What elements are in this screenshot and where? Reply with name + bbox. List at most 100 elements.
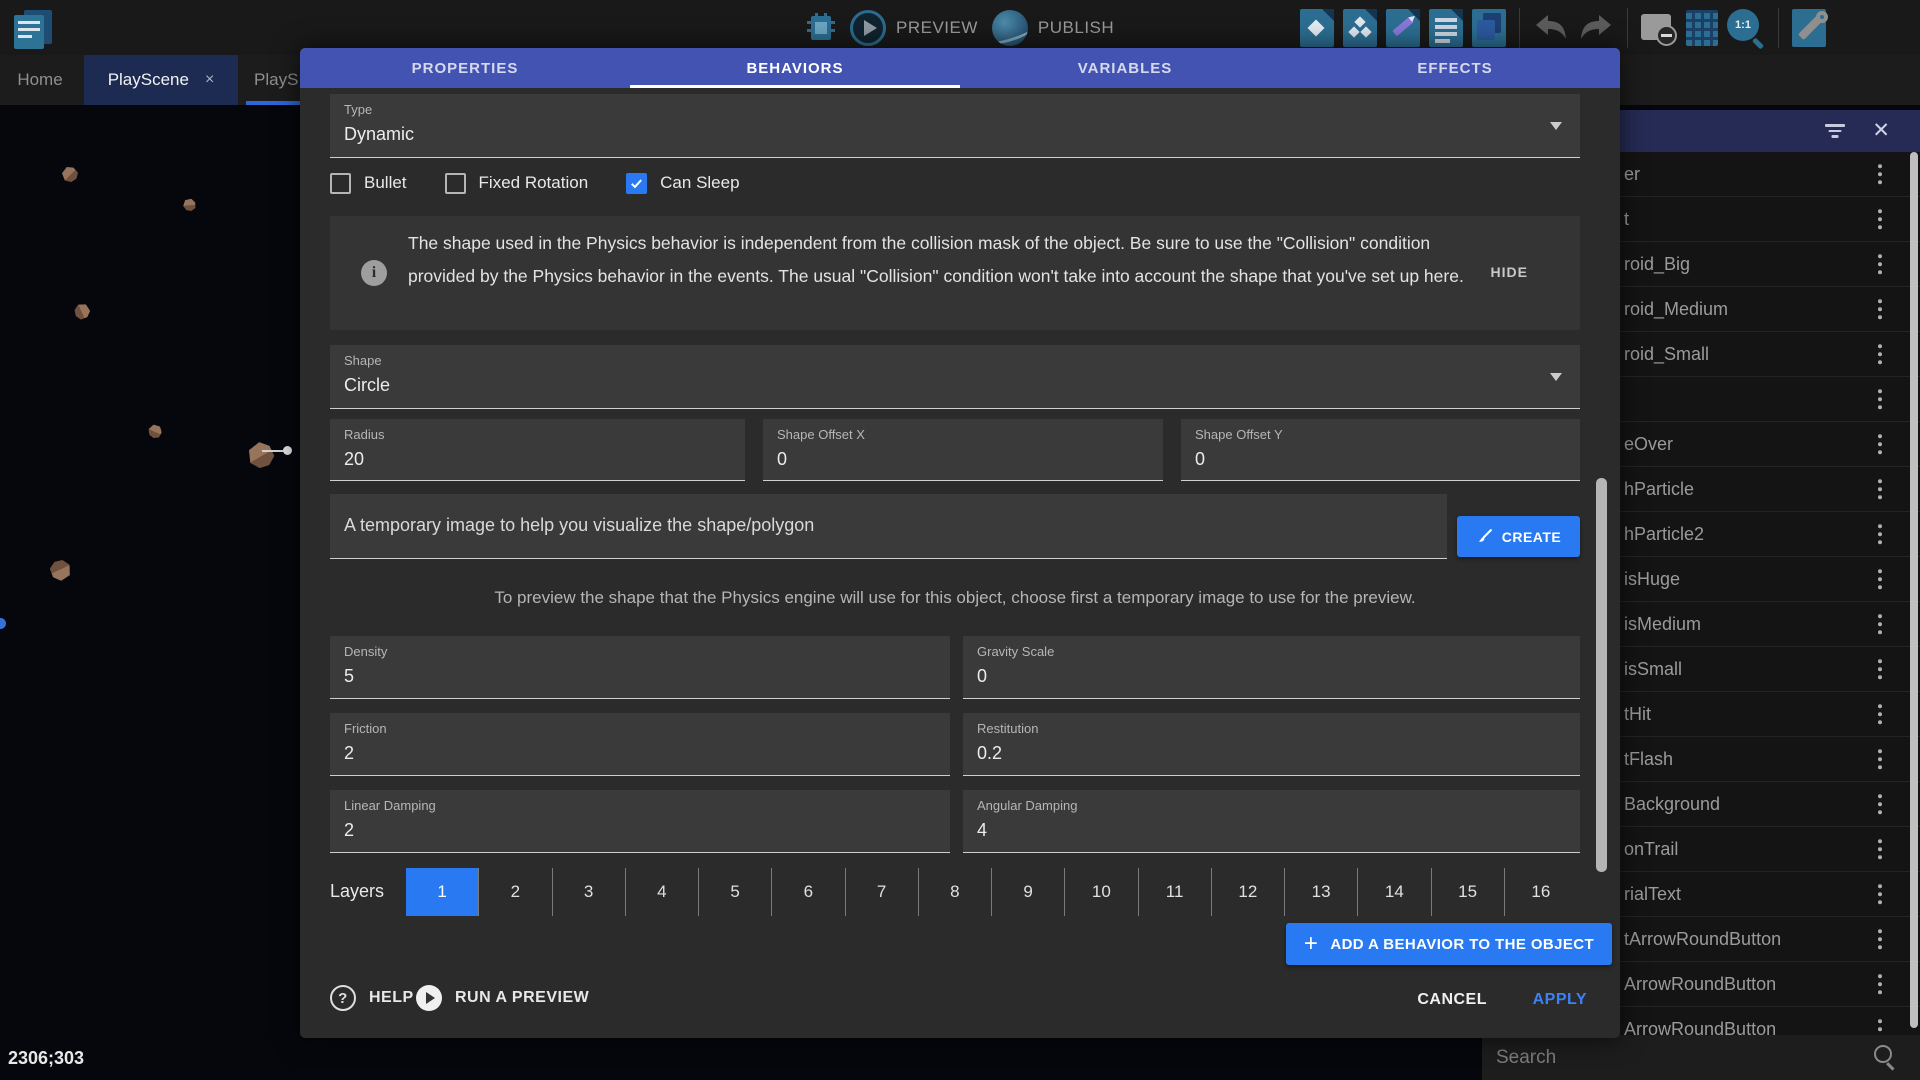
mask-icon[interactable]	[1641, 12, 1677, 44]
tab-effects[interactable]: EFFECTS	[1290, 48, 1620, 88]
kebab-menu-icon[interactable]	[1878, 925, 1883, 953]
layer-button-8[interactable]: 8	[918, 868, 991, 916]
layer-button-3[interactable]: 3	[552, 868, 625, 916]
add-behavior-button[interactable]: + ADD A BEHAVIOR TO THE OBJECT	[1286, 923, 1612, 965]
tab-playscene[interactable]: PlayScene ×	[84, 55, 238, 105]
layer-button-2[interactable]: 2	[478, 868, 551, 916]
layer-button-16[interactable]: 16	[1504, 868, 1577, 916]
grid-icon[interactable]	[1686, 10, 1718, 46]
undo-icon[interactable]	[1533, 12, 1569, 44]
shape-offset-x-field[interactable]: Shape Offset X 0	[763, 419, 1163, 481]
layer-button-10[interactable]: 10	[1064, 868, 1137, 916]
asteroid-sprite[interactable]	[181, 196, 199, 214]
dialog-scrollbar[interactable]	[1596, 478, 1607, 872]
sidebar-scrollbar[interactable]	[1910, 152, 1918, 1028]
asteroid-sprite[interactable]	[47, 557, 74, 583]
asteroid-sprite-selected[interactable]	[245, 440, 277, 471]
layer-button-4[interactable]: 4	[625, 868, 698, 916]
checkbox-unchecked	[445, 173, 466, 194]
asteroid-sprite[interactable]	[146, 423, 163, 441]
screen: PREVIEW PUBLISH	[0, 0, 1920, 1080]
gravity-scale-field[interactable]: Gravity Scale 0	[963, 636, 1580, 699]
instances-edit-icon[interactable]	[1386, 9, 1420, 47]
linear-damping-field[interactable]: Linear Damping 2	[330, 790, 950, 853]
info-box: i The shape used in the Physics behavior…	[330, 216, 1580, 330]
layers-selector: Layers 1 2 3 4 5 6 7 8 9 10 11 12 13 14 …	[330, 868, 1580, 916]
layer-button-7[interactable]: 7	[845, 868, 918, 916]
tab-variables[interactable]: VARIABLES	[960, 48, 1290, 88]
tab-behaviors[interactable]: BEHAVIORS	[630, 48, 960, 88]
close-tab-icon[interactable]: ×	[205, 71, 214, 89]
selection-handle-dot[interactable]	[283, 446, 292, 455]
angular-damping-field[interactable]: Angular Damping 4	[963, 790, 1580, 853]
object-groups-icon[interactable]	[1343, 9, 1377, 47]
friction-field[interactable]: Friction 2	[330, 713, 950, 776]
kebab-menu-icon[interactable]	[1878, 385, 1883, 413]
density-field[interactable]: Density 5	[330, 636, 950, 699]
kebab-menu-icon[interactable]	[1878, 700, 1883, 728]
cursor-coordinates: 2306;303	[8, 1048, 84, 1069]
kebab-menu-icon[interactable]	[1878, 790, 1883, 818]
kebab-menu-icon[interactable]	[1878, 250, 1883, 278]
restitution-field[interactable]: Restitution 0.2	[963, 713, 1580, 776]
fixed-rotation-checkbox[interactable]: Fixed Rotation	[445, 173, 589, 194]
kebab-menu-icon[interactable]	[1878, 430, 1883, 458]
temp-image-field[interactable]: A temporary image to help you visualize …	[330, 494, 1447, 559]
search-input[interactable]	[1494, 1041, 1838, 1075]
physics-flags: Bullet Fixed Rotation Can Sleep	[330, 170, 740, 196]
apply-button[interactable]: APPLY	[1533, 991, 1587, 1009]
kebab-menu-icon[interactable]	[1878, 655, 1883, 683]
run-preview-button[interactable]: RUN A PREVIEW	[416, 985, 589, 1011]
can-sleep-checkbox[interactable]: Can Sleep	[626, 173, 739, 194]
kebab-menu-icon[interactable]	[1878, 565, 1883, 593]
hide-button[interactable]: HIDE	[1491, 264, 1528, 280]
kebab-menu-icon[interactable]	[1878, 340, 1883, 368]
project-manager-icon[interactable]	[14, 10, 52, 50]
layer-button-15[interactable]: 15	[1431, 868, 1504, 916]
kebab-menu-icon[interactable]	[1878, 160, 1883, 188]
layer-button-6[interactable]: 6	[771, 868, 844, 916]
publish-button[interactable]: PUBLISH	[992, 10, 1114, 46]
kebab-menu-icon[interactable]	[1878, 610, 1883, 638]
shape-offset-y-field[interactable]: Shape Offset Y 0	[1181, 419, 1580, 481]
preview-label: PREVIEW	[896, 18, 978, 38]
zoom-1-1-icon[interactable]: 1:1	[1727, 9, 1765, 47]
shape-select[interactable]: Shape Circle	[330, 345, 1580, 409]
layer-button-12[interactable]: 12	[1211, 868, 1284, 916]
redo-icon[interactable]	[1578, 12, 1614, 44]
settings-wrench-icon[interactable]	[1792, 9, 1826, 47]
layers-panel-icon[interactable]	[1472, 9, 1506, 47]
create-button[interactable]: CREATE	[1457, 516, 1580, 557]
layer-button-5[interactable]: 5	[698, 868, 771, 916]
preview-button[interactable]: PREVIEW	[850, 10, 978, 46]
tab-home[interactable]: Home	[0, 55, 80, 105]
debug-icon[interactable]	[806, 13, 836, 43]
instances-list-icon[interactable]	[1429, 9, 1463, 47]
kebab-menu-icon[interactable]	[1878, 520, 1883, 548]
asteroid-sprite[interactable]	[62, 167, 78, 182]
layer-button-14[interactable]: 14	[1357, 868, 1430, 916]
tab-properties[interactable]: PROPERTIES	[300, 48, 630, 88]
layer-button-11[interactable]: 11	[1138, 868, 1211, 916]
cancel-button[interactable]: CANCEL	[1417, 991, 1487, 1009]
bullet-checkbox[interactable]: Bullet	[330, 173, 407, 194]
help-button[interactable]: ? HELP	[330, 985, 414, 1011]
kebab-menu-icon[interactable]	[1878, 835, 1883, 863]
kebab-menu-icon[interactable]	[1878, 205, 1883, 233]
radius-field[interactable]: Radius 20	[330, 419, 745, 481]
objects-panel-icon[interactable]	[1300, 9, 1334, 47]
layer-button-9[interactable]: 9	[991, 868, 1064, 916]
kebab-menu-icon[interactable]	[1878, 475, 1883, 503]
panel-close-icon[interactable]: ✕	[1872, 118, 1890, 143]
layer-button-13[interactable]: 13	[1284, 868, 1357, 916]
type-select[interactable]: Type Dynamic	[330, 94, 1580, 158]
filter-icon[interactable]	[1825, 124, 1845, 138]
kebab-menu-icon[interactable]	[1878, 295, 1883, 323]
layer-button-1[interactable]: 1	[406, 868, 478, 916]
asteroid-sprite[interactable]	[72, 301, 92, 321]
kebab-menu-icon[interactable]	[1878, 880, 1883, 908]
kebab-menu-icon[interactable]	[1878, 970, 1883, 998]
help-icon: ?	[330, 985, 356, 1011]
scene-toolbar: 1:1	[1300, 8, 1826, 48]
kebab-menu-icon[interactable]	[1878, 745, 1883, 773]
